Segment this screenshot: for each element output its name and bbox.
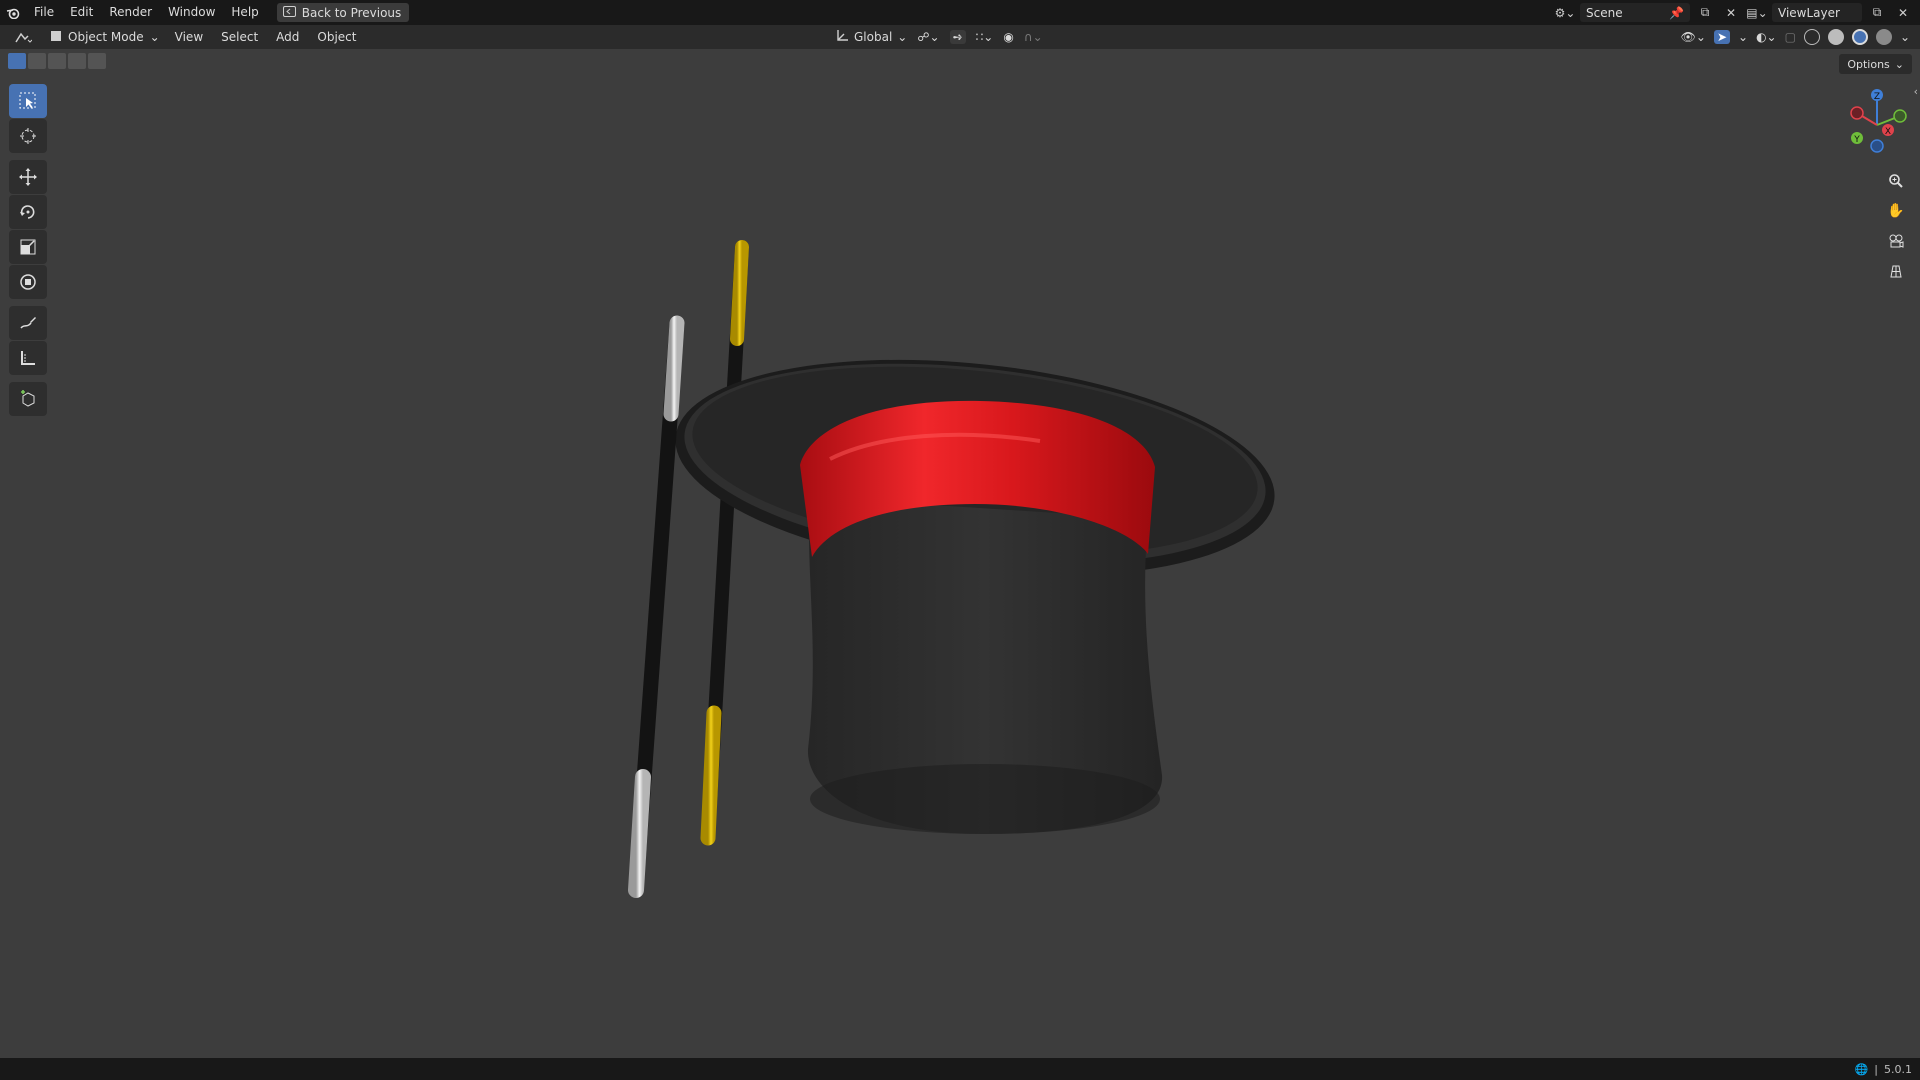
topbar-right: ⚙⌄ Scene 📌 ⧉ ✕ ▤⌄ ViewLayer ⧉ ✕ xyxy=(1554,0,1920,25)
menu-window[interactable]: Window xyxy=(160,0,223,25)
snap-icon[interactable]: ➺ xyxy=(949,30,966,44)
gizmo-x-label: X xyxy=(1885,127,1891,137)
options-label: Options xyxy=(1847,57,1890,71)
status-bar: 🌐 | 5.0.1 xyxy=(0,1058,1920,1080)
rendered-shading-icon[interactable] xyxy=(1875,29,1892,45)
version-label: 5.0.1 xyxy=(1884,1062,1912,1076)
gizmo-z-label: Z xyxy=(1874,92,1880,102)
mode-label: Object Mode xyxy=(68,30,144,44)
object-mode-icon xyxy=(50,30,62,45)
shading-dropdown-icon[interactable]: ⌄ xyxy=(1900,30,1910,44)
menu-file[interactable]: File xyxy=(26,0,62,25)
back-to-previous-button[interactable]: Back to Previous xyxy=(276,3,410,22)
material-shading-icon[interactable] xyxy=(1851,29,1868,45)
top-bar: File Edit Render Window Help Back to Pre… xyxy=(0,0,1920,25)
gizmo-toggle-icon[interactable]: ➤ xyxy=(1713,30,1730,44)
transform-orientation-dropdown[interactable]: Global ⌄ xyxy=(836,29,907,45)
remove-scene-icon[interactable]: ✕ xyxy=(1720,3,1742,22)
menu-edit[interactable]: Edit xyxy=(62,0,101,25)
top-hat[interactable] xyxy=(665,333,1285,834)
menu-render[interactable]: Render xyxy=(101,0,160,25)
menu-select[interactable]: Select xyxy=(212,30,267,44)
menu-help[interactable]: Help xyxy=(223,0,266,25)
view-layer-field[interactable]: ViewLayer xyxy=(1772,3,1862,22)
pivot-point-icon[interactable]: ☍⌄ xyxy=(917,30,939,44)
zoom-icon[interactable] xyxy=(1882,167,1910,195)
solid-shading-icon[interactable] xyxy=(1827,29,1844,45)
orthographic-toggle-icon[interactable] xyxy=(1882,257,1910,285)
visibility-icon[interactable]: 👁⌄ xyxy=(1681,30,1706,44)
camera-view-icon[interactable] xyxy=(1882,227,1910,255)
back-icon xyxy=(282,5,296,20)
xray-icon[interactable]: ▢ xyxy=(1785,30,1796,44)
chevron-down-icon: ⌄ xyxy=(1894,57,1904,71)
pan-hand-icon[interactable]: ✋ xyxy=(1882,197,1910,225)
navigation-buttons: ✋ xyxy=(1882,167,1910,287)
scene-name: Scene xyxy=(1586,5,1623,20)
gizmo-dropdown-icon[interactable]: ⌄ xyxy=(1738,30,1748,44)
gold-wand[interactable] xyxy=(700,240,749,846)
globe-icon: 🌐 xyxy=(1854,1062,1869,1076)
sidebar-toggle-icon[interactable]: ‹ xyxy=(1914,85,1918,98)
new-scene-icon[interactable]: ⧉ xyxy=(1694,3,1716,22)
right-tools: 👁⌄ ➤ ⌄ ◐⌄ ▢ ⌄ xyxy=(1681,25,1910,49)
gizmo-y-label: Y xyxy=(1853,135,1860,145)
view-layer-selector-icon[interactable]: ▤⌄ xyxy=(1746,3,1768,22)
chevron-down-icon: ⌄ xyxy=(897,30,908,44)
chevron-down-icon: ⌄ xyxy=(149,30,160,44)
scene-selector-icon[interactable]: ⚙⌄ xyxy=(1554,3,1576,22)
blender-logo-icon[interactable] xyxy=(0,0,26,25)
remove-view-layer-icon[interactable]: ✕ xyxy=(1892,3,1914,22)
status-separator: | xyxy=(1874,1062,1878,1076)
navigation-gizmo[interactable]: Y Z X xyxy=(1842,85,1912,165)
orientation-icon xyxy=(836,29,849,45)
editor-type-icon[interactable] xyxy=(12,28,34,47)
back-button-label: Back to Previous xyxy=(301,5,402,20)
center-tools: Global ⌄ ☍⌄ ➺ ∷⌄ ◉ ∩⌄ xyxy=(836,25,1043,49)
menu-object[interactable]: Object xyxy=(308,30,365,44)
orientation-label: Global xyxy=(854,30,893,44)
silver-wand[interactable] xyxy=(628,315,685,898)
wireframe-shading-icon[interactable] xyxy=(1803,29,1820,45)
falloff-icon[interactable]: ∩⌄ xyxy=(1024,30,1043,44)
scene-field[interactable]: Scene 📌 xyxy=(1580,3,1690,22)
view-layer-name: ViewLayer xyxy=(1778,5,1840,20)
menu-add[interactable]: Add xyxy=(267,30,308,44)
scene-render[interactable] xyxy=(0,49,1920,1058)
3d-viewport[interactable]: Options ⌄ Y Z X ✋ ‹ xyxy=(0,49,1920,1058)
overlays-icon[interactable]: ◐⌄ xyxy=(1756,30,1777,44)
snap-target-icon[interactable]: ∷⌄ xyxy=(976,30,994,44)
proportional-editing-icon[interactable]: ◉ xyxy=(1003,30,1013,44)
menu-view[interactable]: View xyxy=(166,30,212,44)
new-view-layer-icon[interactable]: ⧉ xyxy=(1866,3,1888,22)
viewport-header: Object Mode ⌄ View Select Add Object Glo… xyxy=(0,25,1920,49)
pin-icon[interactable]: 📌 xyxy=(1669,6,1684,20)
options-dropdown[interactable]: Options ⌄ xyxy=(1839,54,1912,74)
mode-dropdown[interactable]: Object Mode ⌄ xyxy=(44,27,166,47)
